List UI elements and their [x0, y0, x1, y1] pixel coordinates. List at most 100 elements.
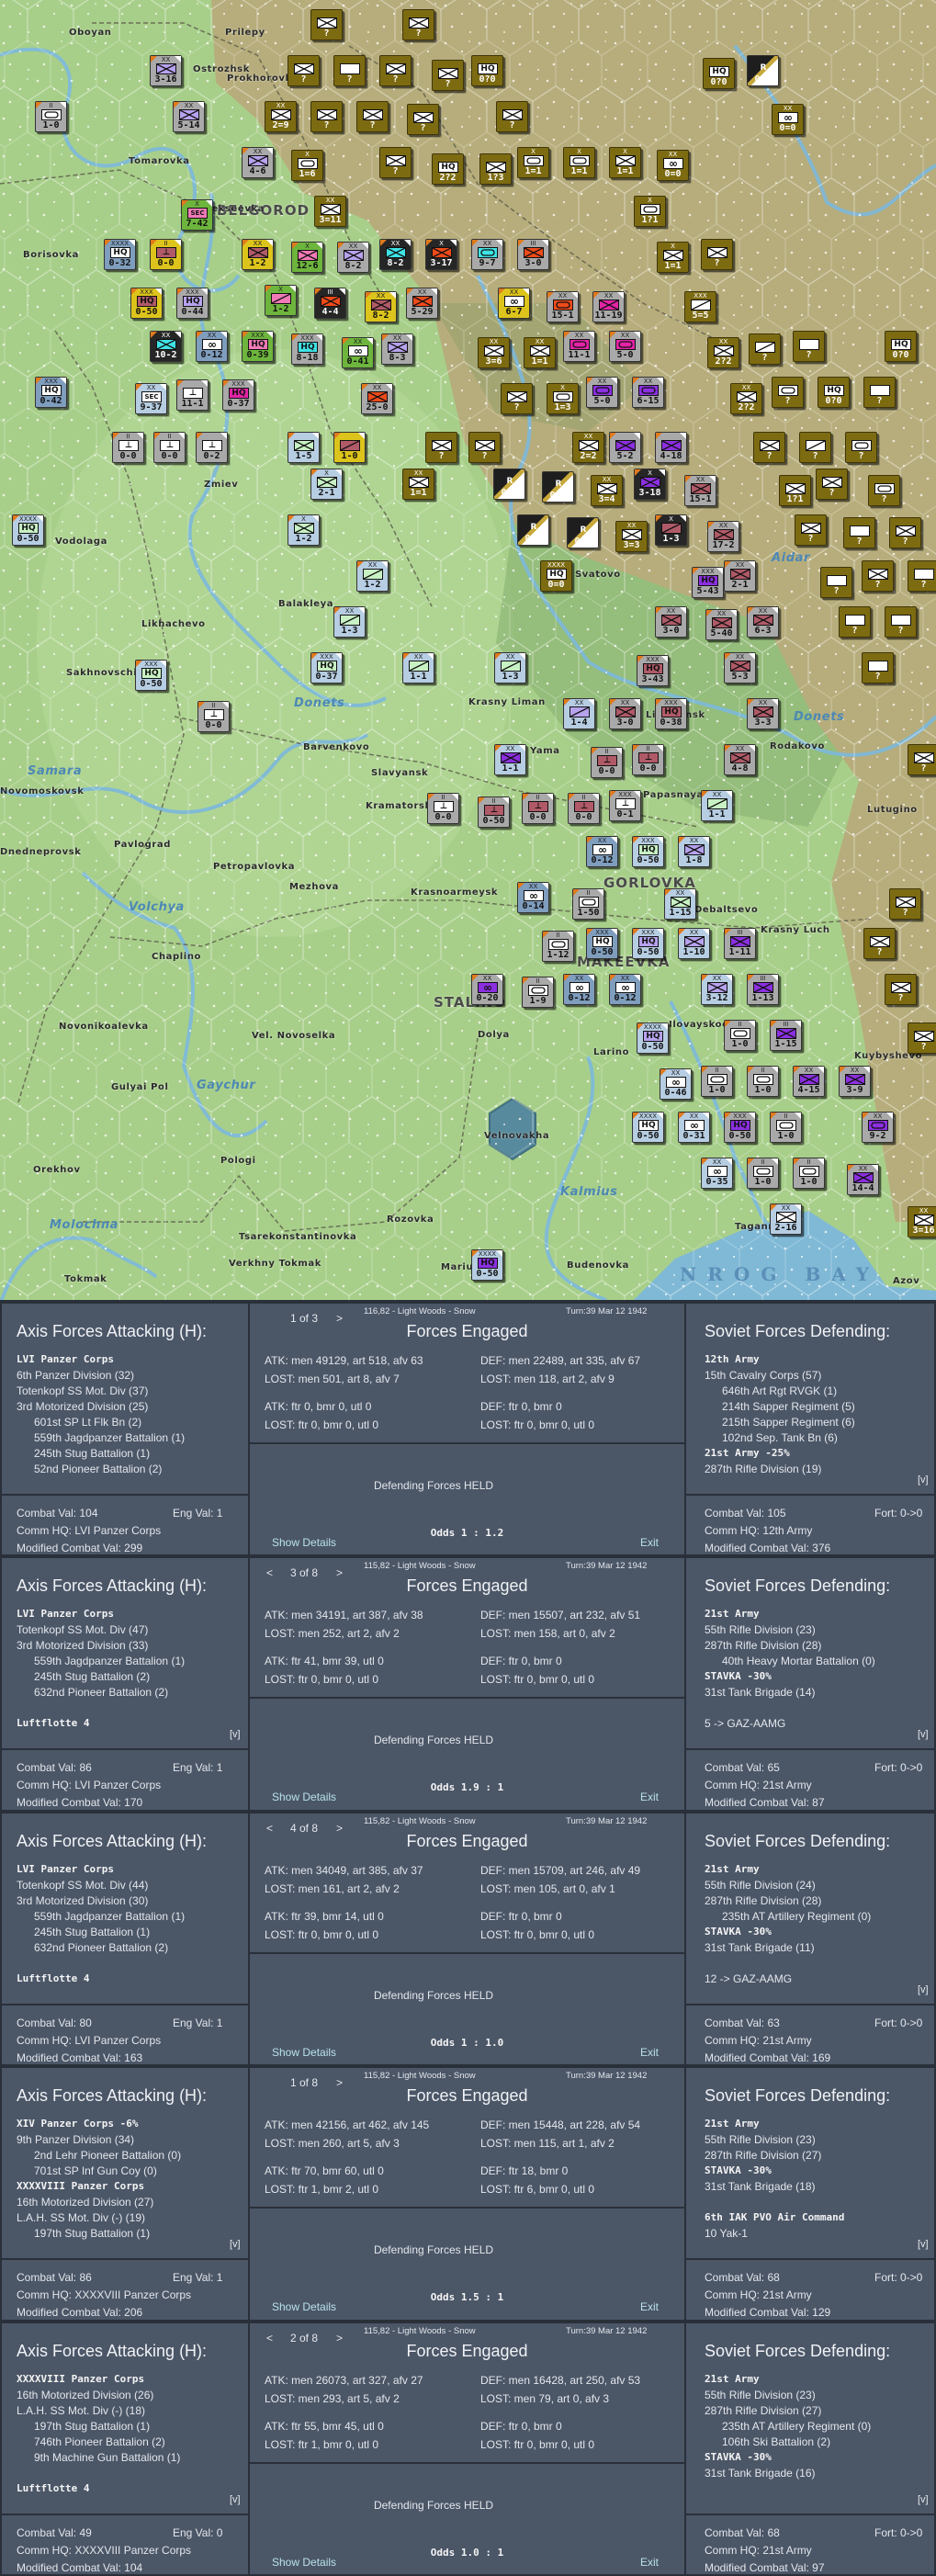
unit-counter[interactable]: XX 3=4	[591, 475, 623, 506]
unit-counter[interactable]: 1-0	[333, 432, 366, 463]
unit-counter[interactable]: XX 5-29	[406, 288, 438, 319]
unit-counter[interactable]: II 1-0	[793, 1158, 825, 1189]
hex-map[interactable]: Oboyan Prilepy Prokhorovka Tomarovka BELGORO…	[0, 0, 936, 1300]
unit-counter[interactable]: XX 1-2	[356, 560, 389, 592]
unit-counter[interactable]: ?	[843, 517, 875, 548]
unit-counter[interactable]: ⊥ 0-2	[196, 432, 228, 463]
unit-counter[interactable]: X 2-1	[310, 469, 343, 500]
unit-counter[interactable]: II ⊥ 0-50	[478, 797, 510, 828]
unit-counter[interactable]: XX 11-1	[563, 331, 595, 362]
unit-counter[interactable]: II ⊥ 0-0	[197, 701, 230, 732]
unit-counter[interactable]: X 1=3	[547, 383, 579, 414]
unit-counter[interactable]: 4-18	[655, 432, 687, 463]
unit-counter[interactable]: XX 4-6	[242, 147, 274, 178]
unit-counter[interactable]: XX 3-0	[609, 698, 641, 729]
unit-counter[interactable]: HQ 0?0	[471, 55, 503, 86]
unit-counter[interactable]: HQ 0?0	[885, 331, 917, 362]
unit-counter[interactable]: XXXX HQ 0-50	[12, 514, 44, 546]
unit-counter[interactable]: II 1-0	[747, 1066, 779, 1097]
unit-counter[interactable]: X 1-2	[265, 285, 297, 316]
unit-counter[interactable]: XX 4-15	[793, 1066, 825, 1097]
exit-button[interactable]: Exit	[640, 2556, 659, 2569]
unit-counter[interactable]: X 1=1	[517, 147, 549, 178]
unit-counter[interactable]: ?	[793, 331, 825, 362]
unit-counter[interactable]: II ⊥ 0-0	[150, 239, 182, 270]
defender-expand-button[interactable]: [v]	[918, 1474, 929, 1486]
unit-counter[interactable]: X 3-17	[425, 239, 457, 270]
unit-counter[interactable]: ?	[356, 101, 389, 132]
unit-counter[interactable]: XX 3-12	[701, 974, 733, 1005]
unit-counter[interactable]: ?	[288, 55, 320, 86]
defender-expand-button[interactable]: [v]	[918, 1729, 929, 1740]
unit-counter[interactable]: XX SEC 9-37	[135, 383, 167, 414]
unit-counter[interactable]: XX 1-1	[701, 790, 733, 821]
unit-counter[interactable]: II 1-9	[522, 977, 554, 1008]
attacker-expand-button[interactable]: [v]	[230, 1729, 241, 1740]
unit-counter[interactable]: ?	[379, 55, 412, 86]
unit-counter[interactable]: XX 1-4	[563, 698, 595, 729]
unit-counter[interactable]: XX 3-16	[150, 55, 182, 86]
unit-counter[interactable]: ?	[862, 652, 894, 684]
unit-counter[interactable]: XX 6-3	[747, 606, 779, 638]
unit-counter[interactable]: ⊥ 11-1	[176, 379, 209, 411]
unit-counter[interactable]: X 12-6	[291, 242, 323, 273]
unit-counter[interactable]: XXX HQ 0-50	[632, 836, 664, 867]
unit-counter[interactable]: ?	[701, 239, 733, 270]
show-details-button[interactable]: Show Details	[272, 2046, 336, 2059]
unit-counter[interactable]: XX 2?2	[707, 337, 739, 368]
unit-counter[interactable]: ?	[425, 432, 457, 463]
unit-counter[interactable]: XX 1-15	[664, 888, 696, 920]
unit-counter[interactable]: X 1=6	[291, 150, 323, 181]
unit-counter[interactable]: II ⊥ 0-0	[568, 793, 600, 824]
unit-counter[interactable]: ?	[908, 560, 936, 592]
unit-counter[interactable]: II 1-12	[542, 931, 574, 962]
unit-counter[interactable]: ?	[749, 333, 781, 365]
unit-counter[interactable]: II 1-0	[770, 1112, 802, 1143]
unit-counter[interactable]: XX 3=6	[478, 337, 510, 368]
unit-counter[interactable]: XX 4-8	[724, 744, 756, 775]
unit-counter[interactable]: ?	[753, 432, 785, 463]
unit-counter[interactable]: XX 3-0	[655, 606, 687, 638]
unit-counter[interactable]: XXX HQ 8-18	[291, 333, 323, 365]
unit-counter[interactable]: ?	[889, 888, 921, 920]
unit-counter[interactable]: III 1-13	[747, 974, 779, 1005]
unit-counter[interactable]: HQ 0?0	[703, 58, 735, 89]
unit-counter[interactable]: II 1-50	[572, 888, 604, 920]
unit-counter[interactable]: X 3-18	[634, 469, 666, 500]
unit-counter[interactable]: X 1?1	[634, 196, 666, 227]
unit-counter[interactable]: XXXX HQ 0=0	[540, 560, 572, 592]
unit-counter[interactable]: XX ∞ 0-12	[586, 836, 618, 867]
unit-counter[interactable]: XX 5-40	[705, 609, 738, 640]
unit-counter[interactable]: 5-2	[609, 432, 641, 463]
unit-counter[interactable]: HQ 2?2	[432, 153, 464, 185]
unit-counter[interactable]: XX ∞ 0-14	[517, 882, 549, 913]
unit-counter[interactable]: ?	[496, 101, 528, 132]
unit-counter[interactable]: XX 1-8	[678, 836, 710, 867]
unit-counter[interactable]: XX 3-9	[839, 1066, 871, 1097]
unit-counter[interactable]: XX 8-2	[379, 239, 412, 270]
unit-counter[interactable]: III 4-4	[314, 288, 346, 319]
unit-counter[interactable]: XX 8-3	[381, 333, 413, 365]
unit-counter[interactable]: XX 9-2	[862, 1112, 894, 1143]
unit-counter[interactable]: ?	[863, 928, 896, 959]
defender-expand-button[interactable]: [v]	[918, 2239, 929, 2250]
unit-counter[interactable]: R 0?0	[493, 469, 525, 500]
unit-counter[interactable]: XX 1-10	[678, 928, 710, 959]
unit-counter[interactable]: HQ 0?0	[818, 377, 850, 408]
unit-counter[interactable]: X 1-3	[655, 514, 687, 546]
unit-counter[interactable]: ?	[772, 377, 804, 408]
unit-counter[interactable]: XX 11-19	[592, 291, 625, 322]
unit-counter[interactable]: II 1-0	[747, 1158, 779, 1189]
unit-counter[interactable]: X 1=1	[563, 147, 595, 178]
unit-counter[interactable]: XX 2=2	[572, 432, 604, 463]
unit-counter[interactable]: XX ∞ 0-41	[342, 337, 374, 368]
exit-button[interactable]: Exit	[640, 2300, 659, 2313]
unit-counter[interactable]: XX ∞ 0-12	[609, 974, 641, 1005]
unit-counter[interactable]: R 0?0	[517, 514, 549, 546]
unit-counter[interactable]: II ⊥ 0-0	[522, 793, 554, 824]
unit-counter[interactable]: XXX HQ 0-39	[242, 331, 274, 362]
unit-counter[interactable]: R 0?0	[747, 55, 779, 86]
unit-counter[interactable]: ?	[885, 606, 917, 638]
unit-counter[interactable]: ?	[839, 606, 871, 638]
unit-counter[interactable]: XXX 5=5	[684, 291, 716, 322]
